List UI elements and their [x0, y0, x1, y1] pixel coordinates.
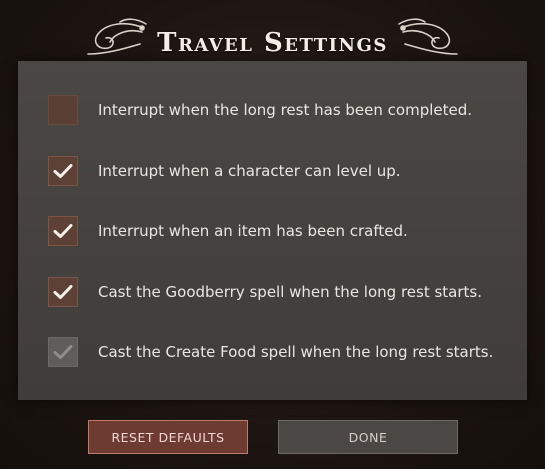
option-label: Interrupt when a character can level up. [98, 162, 401, 180]
option-interrupt-level-up[interactable]: Interrupt when a character can level up. [48, 154, 508, 188]
option-interrupt-rest-complete[interactable]: Interrupt when the long rest has been co… [48, 93, 508, 127]
option-label: Cast the Create Food spell when the long… [98, 343, 494, 361]
dialog-header: Travel Settings [0, 14, 545, 64]
checkmark-icon [53, 285, 73, 299]
checkbox-checked[interactable] [48, 277, 78, 307]
option-cast-create-food[interactable]: Cast the Create Food spell when the long… [48, 335, 508, 369]
option-label: Interrupt when the long rest has been co… [98, 101, 473, 119]
checkmark-icon [53, 224, 73, 238]
reset-defaults-button[interactable]: RESET DEFAULTS [88, 420, 248, 454]
checkbox-checked[interactable] [48, 156, 78, 186]
dialog-title: Travel Settings [157, 28, 388, 58]
option-cast-goodberry[interactable]: Cast the Goodberry spell when the long r… [48, 275, 508, 309]
checkbox-checked-disabled[interactable] [48, 337, 78, 367]
option-label: Interrupt when an item has been crafted. [98, 222, 408, 240]
option-label: Cast the Goodberry spell when the long r… [98, 283, 483, 301]
checkbox-checked[interactable] [48, 216, 78, 246]
done-button[interactable]: DONE [278, 420, 458, 454]
checkmark-icon [53, 345, 73, 359]
option-interrupt-item-crafted[interactable]: Interrupt when an item has been crafted. [48, 214, 508, 248]
checkmark-icon [53, 164, 73, 178]
checkbox-unchecked[interactable] [48, 95, 78, 125]
